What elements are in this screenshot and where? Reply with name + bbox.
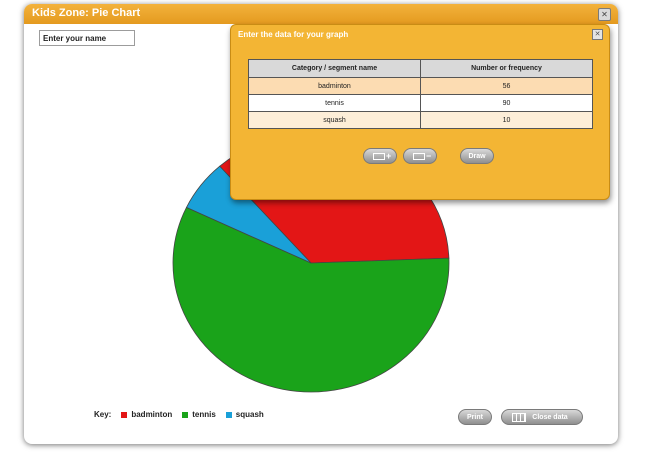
close-data-button[interactable]: Close data [501,409,583,425]
grid-icon [512,413,526,422]
key-item-badminton: badminton [131,410,173,419]
value-cell[interactable]: 10 [420,111,593,129]
key-swatch-badminton [121,411,128,418]
title-bar: Kids Zone: Pie Chart ✕ [24,4,618,24]
minus-icon: − [426,151,432,161]
table-row: badminton 56 [248,77,593,95]
table-row: squash 10 [248,111,593,129]
table-header-row: Category / segment name Number or freque… [248,59,593,78]
add-row-icon [373,153,385,160]
value-cell[interactable]: 90 [420,94,593,112]
add-row-button[interactable]: + [363,148,397,164]
key-swatch-tennis [182,411,189,418]
close-data-label: Close data [532,414,568,421]
data-entry-dialog: Enter the data for your graph ✕ Category… [230,24,610,200]
key-swatch-squash [225,411,232,418]
key-label: Key: [94,410,112,419]
remove-row-icon [413,153,425,160]
category-cell[interactable]: squash [248,111,421,129]
value-cell[interactable]: 56 [420,77,593,95]
plus-icon: + [386,151,392,161]
dialog-title: Enter the data for your graph [238,30,349,39]
data-table: Category / segment name Number or freque… [248,59,593,129]
window-title: Kids Zone: Pie Chart [32,7,141,19]
print-button[interactable]: Print [458,409,492,425]
key-item-squash: squash [235,410,264,419]
category-cell[interactable]: badminton [248,77,421,95]
dialog-close-icon[interactable]: ✕ [592,29,603,40]
chart-key: Key: badminton tennis squash [94,410,264,419]
name-input[interactable] [39,30,135,46]
column-header-number: Number or frequency [420,59,593,78]
remove-row-button[interactable]: − [403,148,437,164]
draw-button[interactable]: Draw [460,148,494,164]
key-item-tennis: tennis [192,410,216,419]
table-row: tennis 90 [248,94,593,112]
window-close-icon[interactable]: ✕ [598,8,611,21]
column-header-category: Category / segment name [248,59,421,78]
category-cell[interactable]: tennis [248,94,421,112]
